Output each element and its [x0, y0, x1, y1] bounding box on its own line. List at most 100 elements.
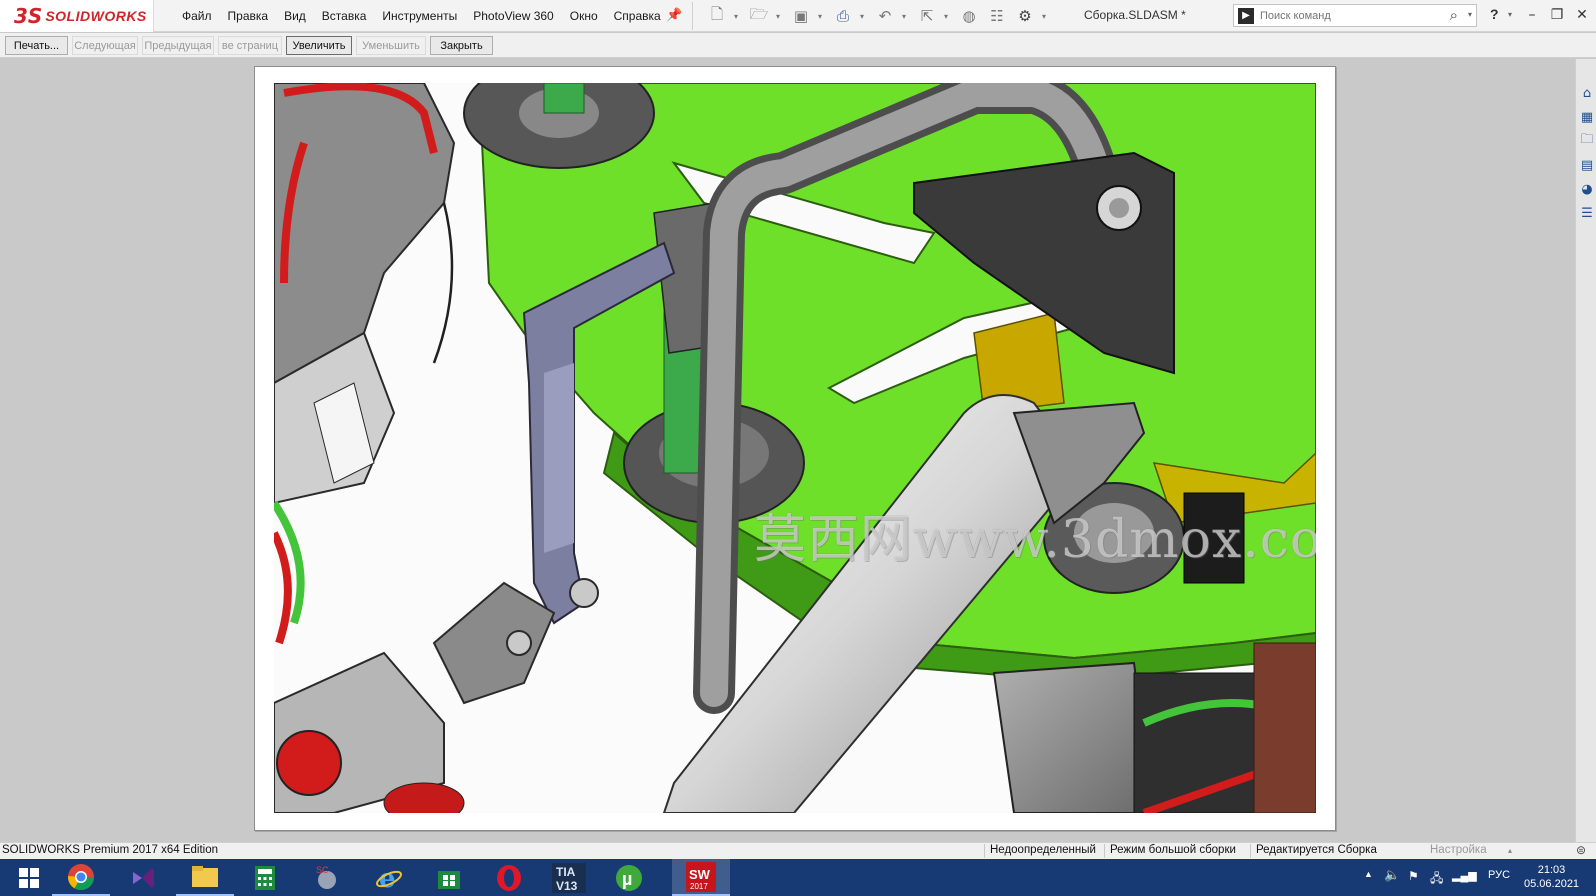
language-indicator[interactable]: РУС	[1488, 869, 1510, 881]
view-palette-icon[interactable]: ▤	[1578, 155, 1596, 175]
toolbar-separator	[692, 2, 693, 30]
clock-time: 21:03	[1537, 864, 1566, 876]
menu-edit[interactable]: Правка	[220, 9, 277, 23]
menu-bar: Файл Правка Вид Вставка Инструменты Phot…	[174, 0, 669, 32]
sc-tool-icon[interactable]: SC	[298, 859, 356, 896]
chevron-down-icon[interactable]: ▾	[1508, 10, 1512, 19]
next-page-button[interactable]: Следующая	[72, 36, 138, 55]
signal-icon[interactable]: ▂▄▆	[1452, 869, 1477, 882]
search-input[interactable]	[1260, 9, 1440, 22]
assembly-render: 莫西网www.3dmox.com	[274, 83, 1316, 813]
menu-photoview[interactable]: PhotoView 360	[465, 9, 562, 23]
restore-icon[interactable]: ❐	[1546, 4, 1568, 26]
print-preview-canvas: 莫西网www.3dmox.com	[0, 59, 1575, 842]
chevron-down-icon[interactable]: ▾	[860, 12, 868, 21]
ds-logo-icon: 3S	[14, 4, 43, 28]
save-icon[interactable]: ▣	[790, 5, 812, 27]
units-icon[interactable]: ⊜	[1576, 843, 1586, 857]
edition-label: SOLIDWORKS Premium 2017 x64 Edition	[2, 844, 219, 856]
status-separator	[1250, 844, 1251, 858]
command-prompt-icon: ▶	[1238, 7, 1254, 24]
clock[interactable]: 21:03 05.06.2021	[1524, 863, 1579, 891]
undo-icon[interactable]: ↶	[874, 5, 896, 27]
editing-status: Редактируется Сборка	[1256, 844, 1377, 856]
svg-text:µ: µ	[622, 869, 632, 889]
large-assembly-status[interactable]: Режим большой сборки	[1110, 844, 1236, 856]
pin-menu-icon[interactable]: 📌	[666, 8, 682, 24]
internet-explorer-icon[interactable]: e	[360, 859, 418, 896]
chevron-down-icon[interactable]: ▾	[734, 12, 742, 21]
svg-text:SC: SC	[316, 865, 329, 875]
tia-portal-icon[interactable]: TIA V13	[540, 859, 598, 896]
calculator-icon[interactable]	[236, 859, 294, 896]
all-pages-button[interactable]: ве страниц	[218, 36, 282, 55]
design-library-icon[interactable]: ▦	[1578, 107, 1596, 127]
new-document-icon[interactable]: 🗋	[706, 5, 728, 27]
menu-window[interactable]: Окно	[562, 9, 606, 23]
menu-view[interactable]: Вид	[276, 9, 314, 23]
tray-chevron-up-icon[interactable]: ▲	[1364, 869, 1373, 879]
svg-text:V13: V13	[556, 879, 578, 893]
menu-tools[interactable]: Инструменты	[374, 9, 465, 23]
logo-text: SOLIDWORKS	[45, 8, 147, 24]
task-pane-strip: ⌂ ▦ 🗀 ▤ ◕ ☰	[1575, 59, 1596, 842]
appearances-icon[interactable]: ◕	[1578, 179, 1596, 199]
command-search[interactable]: ▶ ⌕ ▾	[1233, 4, 1477, 27]
svg-text:2017: 2017	[690, 882, 708, 891]
start-icon[interactable]	[0, 859, 58, 896]
opera-icon[interactable]	[480, 859, 538, 896]
title-bar: 3S SOLIDWORKS Файл Правка Вид Вставка Ин…	[0, 0, 1596, 32]
utorrent-icon[interactable]: µ	[600, 859, 658, 896]
close-preview-button[interactable]: Закрыть	[430, 36, 493, 55]
menu-insert[interactable]: Вставка	[314, 9, 375, 23]
chevron-down-icon[interactable]: ▾	[902, 12, 910, 21]
file-explorer-icon[interactable]	[176, 859, 234, 896]
settings-label[interactable]: Настройка	[1430, 844, 1487, 856]
network-icon[interactable]: 🖧	[1430, 869, 1443, 890]
chevron-up-icon[interactable]: ▴	[1508, 846, 1512, 855]
help-icon[interactable]: ?	[1490, 6, 1499, 22]
print-button[interactable]: Печать...	[5, 36, 68, 55]
print-icon[interactable]: ⎙	[832, 5, 854, 27]
flag-icon[interactable]: ⚑	[1408, 869, 1419, 883]
home-icon[interactable]: ⌂	[1578, 83, 1596, 103]
svg-text:TIA: TIA	[556, 865, 576, 879]
search-icon[interactable]: ⌕	[1450, 6, 1458, 24]
document-title: Сборка.SLDASM *	[1084, 8, 1186, 22]
windows-taskbar: SC e TIA V13 µ SW 2017 ▲ 🔈 ⚑ 🖧 ▂▄▆ РУС 21:…	[0, 859, 1596, 896]
assembly-render-image	[274, 83, 1316, 813]
status-bar: SOLIDWORKS Premium 2017 x64 Edition Недо…	[0, 842, 1596, 859]
solidworks-icon[interactable]: SW 2017	[672, 859, 730, 896]
close-icon[interactable]: ✕	[1571, 4, 1593, 26]
select-icon[interactable]: ⇱	[916, 5, 938, 27]
status-separator	[1104, 844, 1105, 858]
file-explorer-icon[interactable]: 🗀	[1578, 131, 1596, 151]
chevron-down-icon[interactable]: ▾	[776, 12, 784, 21]
minimize-icon[interactable]: –	[1521, 4, 1543, 26]
options-gear-icon[interactable]: ⚙	[1014, 5, 1036, 27]
menu-help[interactable]: Справка	[606, 9, 669, 23]
rebuild-icon[interactable]: ◍	[958, 5, 980, 27]
clock-date: 05.06.2021	[1524, 878, 1580, 890]
solidworks-logo[interactable]: 3S SOLIDWORKS	[0, 0, 154, 32]
preview-page[interactable]: 莫西网www.3dmox.com	[254, 66, 1336, 831]
zoom-out-button[interactable]: Уменьшить	[356, 36, 426, 55]
chevron-down-icon[interactable]: ▾	[818, 12, 826, 21]
solidworks-window: 3S SOLIDWORKS Файл Правка Вид Вставка Ин…	[0, 0, 1596, 896]
chrome-icon[interactable]	[52, 859, 110, 896]
status-separator	[984, 844, 985, 858]
svg-text:SW: SW	[689, 867, 711, 882]
open-folder-icon[interactable]: 🗁	[748, 5, 770, 27]
definition-status: Недоопределенный	[990, 844, 1096, 856]
store-icon[interactable]	[420, 859, 478, 896]
chevron-down-icon[interactable]: ▾	[1468, 10, 1472, 19]
chevron-down-icon[interactable]: ▾	[1042, 12, 1050, 21]
visual-studio-icon[interactable]	[114, 859, 172, 896]
zoom-in-button[interactable]: Увеличить	[286, 36, 352, 55]
custom-properties-icon[interactable]: ☰	[1578, 203, 1596, 223]
menu-file[interactable]: Файл	[174, 9, 220, 23]
volume-icon[interactable]: 🔈	[1384, 867, 1400, 883]
file-properties-icon[interactable]: ☷	[986, 5, 1008, 27]
previous-page-button[interactable]: Предыдущая	[142, 36, 214, 55]
chevron-down-icon[interactable]: ▾	[944, 12, 952, 21]
